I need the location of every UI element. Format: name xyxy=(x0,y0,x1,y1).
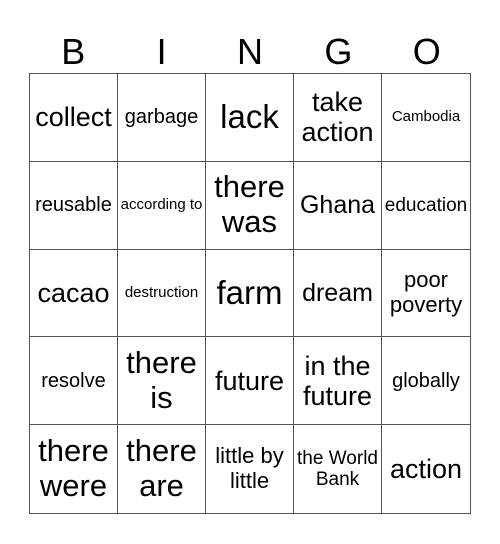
bingo-cell[interactable]: poor poverty xyxy=(382,250,470,338)
bingo-header: B I N G O xyxy=(29,30,471,74)
bingo-cell[interactable]: according to xyxy=(118,161,206,250)
bingo-cell[interactable]: Cambodia xyxy=(382,74,470,162)
bingo-cell[interactable]: the World Bank xyxy=(294,425,382,513)
bingo-cell[interactable]: there were xyxy=(30,425,118,513)
bingo-cell[interactable]: lack xyxy=(206,74,294,162)
bingo-cell[interactable]: farm xyxy=(206,249,294,338)
bingo-cell[interactable]: little by little xyxy=(206,425,294,513)
bingo-cell[interactable]: resolve xyxy=(30,337,118,426)
bingo-cell[interactable]: action xyxy=(382,425,470,513)
header-letter-o: O xyxy=(412,31,441,72)
header-letter-b: B xyxy=(61,31,86,72)
header-letter-n: N xyxy=(236,31,263,72)
header-letter-g: G xyxy=(324,31,353,72)
bingo-cell[interactable]: dream xyxy=(294,249,382,338)
bingo-cell[interactable]: there is xyxy=(118,337,206,426)
bingo-cell[interactable]: garbage xyxy=(118,74,206,162)
bingo-cell[interactable]: there are xyxy=(118,425,206,513)
bingo-cell[interactable]: there was xyxy=(206,161,294,250)
bingo-cell[interactable]: reusable xyxy=(30,161,118,250)
bingo-grid: collect garbage lack take action Cambodi… xyxy=(29,73,471,514)
bingo-cell[interactable]: collect xyxy=(30,74,118,162)
bingo-cell[interactable]: future xyxy=(206,337,294,426)
bingo-cell[interactable]: education xyxy=(382,162,470,250)
header-letter-i: I xyxy=(156,31,167,72)
bingo-cell[interactable]: in the future xyxy=(294,337,382,426)
bingo-cell[interactable]: destruction xyxy=(118,249,206,338)
bingo-cell[interactable]: cacao xyxy=(30,249,118,338)
bingo-cell[interactable]: take action xyxy=(294,74,382,162)
bingo-cell[interactable]: globally xyxy=(382,337,470,426)
bingo-cell[interactable]: Ghana xyxy=(294,161,382,250)
